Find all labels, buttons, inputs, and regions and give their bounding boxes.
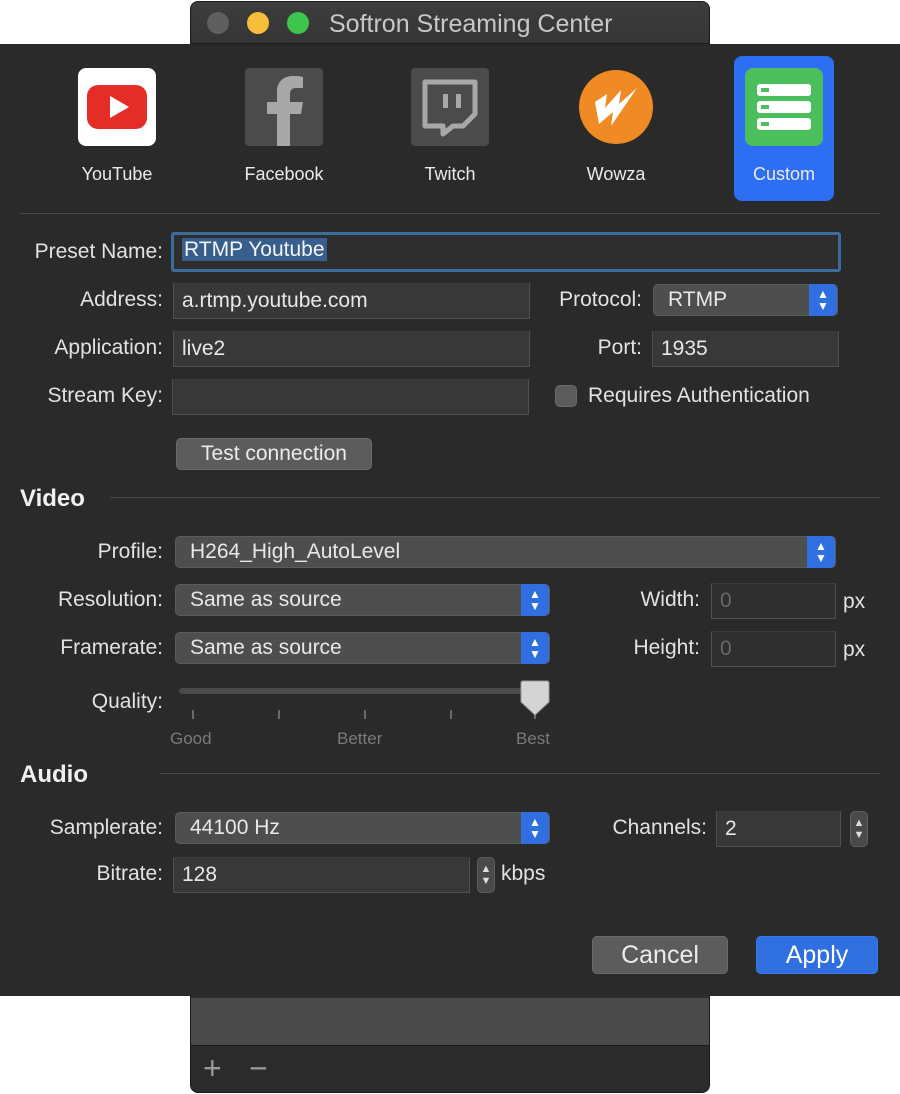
service-tile-twitch[interactable]: Twitch (400, 56, 500, 201)
list-footer: + − (191, 1046, 709, 1092)
address-label: Address: (80, 288, 163, 311)
height-unit: px (843, 638, 866, 661)
quality-slider[interactable] (179, 688, 539, 694)
audio-section-title: Audio (20, 761, 88, 788)
divider (160, 773, 880, 774)
chevron-updown-icon: ▲ ▼ (521, 632, 549, 664)
twitch-icon (411, 68, 489, 146)
protocol-label: Protocol: (559, 288, 642, 311)
address-field[interactable]: a.rtmp.youtube.com (173, 283, 530, 319)
chevron-updown-icon: ▲ ▼ (807, 536, 835, 568)
service-tile-custom[interactable]: Custom (734, 56, 834, 201)
width-label: Width: (640, 588, 700, 611)
bitrate-stepper[interactable]: ▲ ▼ (477, 857, 495, 893)
channels-label: Channels: (612, 816, 707, 839)
protocol-value: RTMP (668, 288, 728, 311)
chevron-updown-icon: ▲ ▼ (809, 284, 837, 316)
quality-slider-thumb[interactable] (520, 680, 550, 716)
profile-label: Profile: (97, 540, 163, 563)
facebook-icon (245, 68, 323, 146)
service-tile-wowza[interactable]: Wowza (566, 56, 666, 201)
profile-select[interactable]: H264_High_AutoLevel ▲ ▼ (175, 536, 836, 568)
bitrate-label: Bitrate: (96, 862, 163, 885)
slider-tick (450, 710, 452, 719)
quality-label: Quality: (91, 690, 163, 713)
minimize-window-button[interactable] (247, 12, 269, 34)
slider-tick (278, 710, 280, 719)
port-field[interactable]: 1935 (652, 331, 839, 367)
channels-field[interactable]: 2 (716, 811, 841, 847)
service-label-twitch: Twitch (424, 164, 476, 184)
apply-button[interactable]: Apply (756, 936, 878, 974)
samplerate-select[interactable]: 44100 Hz ▲ ▼ (175, 812, 550, 844)
chevron-updown-icon: ▲ ▼ (521, 812, 549, 844)
protocol-select[interactable]: RTMP ▲ ▼ (653, 284, 838, 316)
close-window-button[interactable] (207, 12, 229, 34)
service-label-wowza: Wowza (586, 164, 646, 184)
application-field[interactable]: live2 (173, 331, 530, 367)
samplerate-value: 44100 Hz (190, 816, 280, 839)
resolution-label: Resolution: (57, 588, 163, 611)
server-list-icon (745, 68, 823, 146)
slider-tick (192, 710, 194, 719)
application-label: Application: (54, 336, 163, 359)
window-title: Softron Streaming Center (329, 10, 613, 38)
bitrate-unit: kbps (501, 862, 546, 885)
preset-list[interactable] (191, 998, 709, 1046)
channels-stepper[interactable]: ▲ ▼ (850, 811, 868, 847)
test-connection-button[interactable]: Test connection (176, 438, 372, 470)
add-preset-button[interactable]: + (203, 1052, 222, 1084)
quality-tick-better: Better (337, 729, 383, 748)
wowza-icon (577, 68, 655, 146)
width-field[interactable]: 0 (711, 583, 836, 619)
service-tile-facebook[interactable]: Facebook (234, 56, 334, 201)
service-label-custom: Custom (752, 164, 815, 184)
youtube-icon (78, 68, 156, 146)
stream-key-field[interactable] (172, 379, 529, 415)
slider-tick (364, 710, 366, 719)
requires-authentication-label: Requires Authentication (588, 384, 810, 407)
video-section-title: Video (20, 485, 85, 512)
height-field[interactable]: 0 (711, 631, 836, 667)
service-tile-youtube[interactable]: YouTube (67, 56, 167, 201)
service-label-youtube: YouTube (81, 164, 153, 184)
stream-key-label: Stream Key: (47, 384, 163, 407)
remove-preset-button[interactable]: − (249, 1052, 268, 1084)
bitrate-field[interactable]: 128 (173, 857, 470, 893)
resolution-value: Same as source (190, 588, 342, 611)
divider (110, 497, 880, 498)
service-label-facebook: Facebook (244, 164, 324, 184)
preset-name-label: Preset Name: (34, 240, 163, 263)
framerate-label: Framerate: (60, 636, 163, 659)
chevron-updown-icon: ▲ ▼ (521, 584, 549, 616)
quality-tick-best: Best (516, 729, 551, 748)
samplerate-label: Samplerate: (49, 816, 163, 839)
cancel-button[interactable]: Cancel (592, 936, 728, 974)
preset-editor-sheet: YouTube Facebook Twitch Wowza Custom Pre… (0, 44, 900, 996)
preset-name-field[interactable]: RTMP Youtube (171, 232, 841, 272)
preset-name-value: RTMP Youtube (182, 238, 327, 261)
profile-value: H264_High_AutoLevel (190, 540, 401, 563)
requires-authentication-checkbox[interactable] (555, 385, 577, 407)
framerate-select[interactable]: Same as source ▲ ▼ (175, 632, 550, 664)
resolution-select[interactable]: Same as source ▲ ▼ (175, 584, 550, 616)
divider (20, 213, 880, 214)
title-bar[interactable]: Softron Streaming Center (191, 2, 709, 44)
port-label: Port: (597, 336, 642, 359)
height-label: Height: (633, 636, 700, 659)
zoom-window-button[interactable] (287, 12, 309, 34)
quality-tick-good: Good (170, 729, 212, 748)
framerate-value: Same as source (190, 636, 342, 659)
width-unit: px (843, 590, 866, 613)
